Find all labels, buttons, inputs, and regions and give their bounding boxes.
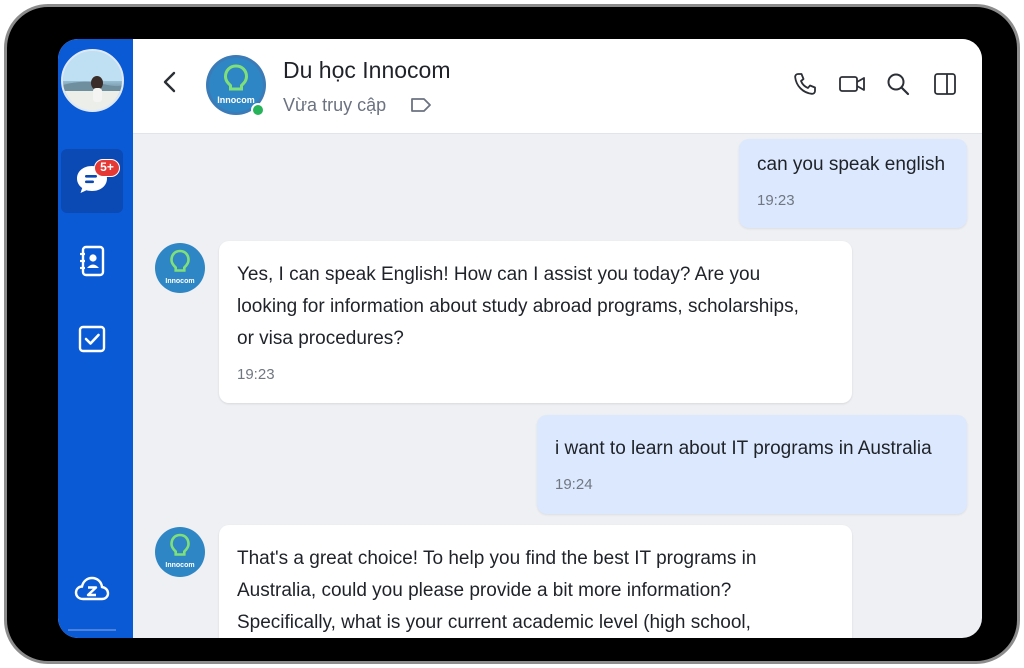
sender-avatar[interactable]: Innocom — [154, 526, 206, 578]
nav-divider — [68, 629, 116, 631]
online-status-dot — [251, 103, 265, 117]
message-bubble-incoming[interactable]: That's a great choice! To help you find … — [219, 525, 852, 638]
search-icon — [885, 71, 911, 102]
message-text: Yes, I can speak English! How can I assi… — [237, 264, 799, 349]
svg-text:Innocom: Innocom — [165, 562, 194, 569]
search-button[interactable] — [882, 70, 914, 102]
message-text: i want to learn about IT programs in Aus… — [555, 438, 932, 459]
message-bubble-incoming[interactable]: Yes, I can speak English! How can I assi… — [219, 241, 852, 403]
nav-todo[interactable] — [61, 309, 123, 373]
message-text: can you speak english — [757, 154, 946, 175]
nav-contacts[interactable] — [61, 231, 123, 295]
conversation-info-button[interactable] — [929, 70, 961, 102]
message-bubble-outgoing[interactable]: i want to learn about IT programs in Aus… — [537, 415, 967, 514]
message-bubble-outgoing[interactable]: can you speak english 19:23 — [739, 139, 967, 228]
call-button[interactable] — [789, 70, 821, 102]
device-frame: 5+ Innocom Du học Innocom Vừa truy cập c… — [4, 4, 1020, 664]
message-text: That's a great choice! To help you find … — [237, 548, 757, 633]
nav-cloud[interactable] — [61, 559, 123, 623]
tag-icon — [409, 96, 433, 119]
message-time: 19:23 — [237, 366, 275, 383]
back-button[interactable] — [155, 69, 185, 99]
video-call-button[interactable] — [836, 70, 868, 102]
message-time: 19:23 — [757, 192, 795, 209]
user-avatar[interactable] — [61, 49, 124, 112]
unread-badge: 5+ — [94, 159, 120, 177]
chat-header: Innocom Du học Innocom Vừa truy cập — [133, 39, 982, 134]
contact-name[interactable]: Du học Innocom — [283, 57, 450, 84]
app-screen: 5+ Innocom Du học Innocom Vừa truy cập c… — [58, 39, 982, 638]
zalo-cloud-icon — [74, 574, 110, 609]
phone-icon — [792, 71, 818, 102]
panel-toggle-icon — [932, 71, 958, 102]
sender-avatar[interactable]: Innocom — [154, 242, 206, 294]
left-nav: 5+ — [58, 39, 133, 638]
back-arrow-icon — [160, 70, 180, 99]
contact-book-icon — [75, 244, 109, 283]
nav-messages[interactable]: 5+ — [61, 149, 123, 213]
svg-text:Innocom: Innocom — [165, 278, 194, 285]
video-call-icon — [838, 71, 866, 102]
contact-status: Vừa truy cập — [283, 95, 387, 115]
tag-button[interactable] — [409, 97, 433, 117]
message-time: 19:24 — [555, 476, 593, 493]
svg-text:Innocom: Innocom — [217, 95, 255, 105]
checkbox-icon — [75, 322, 109, 361]
